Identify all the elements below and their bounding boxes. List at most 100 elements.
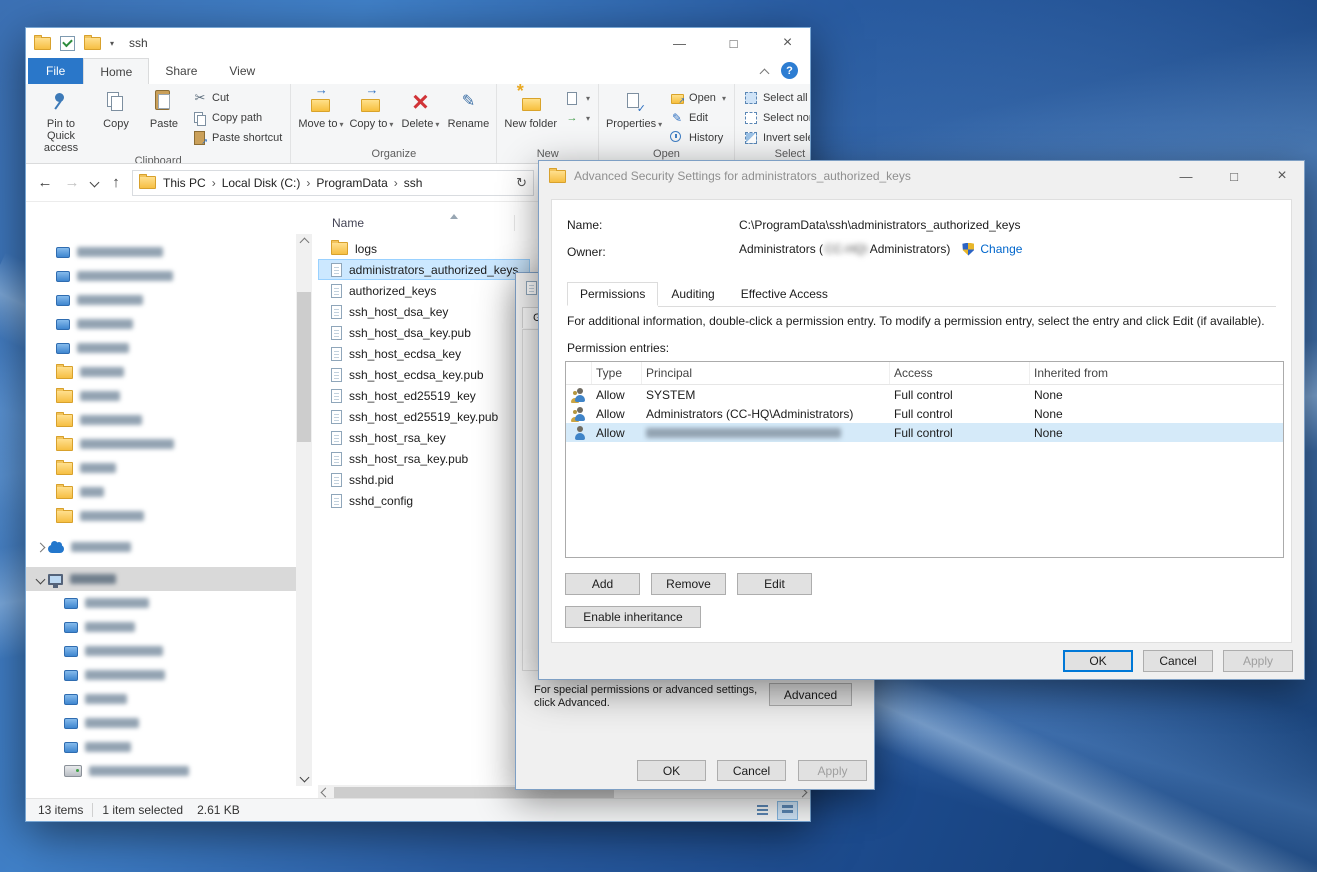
sidebar-item[interactable] xyxy=(26,759,296,783)
ribbon-button-paste[interactable]: Paste xyxy=(140,86,188,155)
tab-view[interactable]: View xyxy=(213,58,271,84)
ribbon-button-cut[interactable]: Cut xyxy=(188,88,286,108)
file-row-ssh-host-ecdsa-key-pub[interactable]: ssh_host_ecdsa_key.pub xyxy=(318,364,496,385)
breadcrumb-item-this-pc[interactable]: This PC xyxy=(160,176,209,190)
sidebar-item[interactable] xyxy=(26,735,296,759)
enable-inheritance-button[interactable]: Enable inheritance xyxy=(565,606,701,628)
ribbon-button-select-all[interactable]: Select all xyxy=(739,88,810,108)
sidebar-item[interactable] xyxy=(26,384,296,408)
column-header-access[interactable]: Access xyxy=(890,362,1030,384)
ribbon-button-select-none[interactable]: Select none xyxy=(739,108,810,128)
ok-button[interactable]: OK xyxy=(1063,650,1133,672)
breadcrumb-item-programdata[interactable]: ProgramData xyxy=(313,176,390,190)
ribbon-button-pin-to-quick-access[interactable]: Pin to Quick access xyxy=(30,86,92,155)
details-view-button[interactable] xyxy=(752,801,773,820)
ribbon-button-copy-path[interactable]: Copy path xyxy=(188,108,286,128)
permission-row[interactable]: AllowFull controlNone xyxy=(566,423,1283,442)
minimize-button[interactable]: — xyxy=(657,29,702,58)
sidebar-item[interactable] xyxy=(26,312,296,336)
sidebar-item[interactable] xyxy=(26,687,296,711)
sidebar-item[interactable] xyxy=(26,456,296,480)
sidebar-item[interactable] xyxy=(26,535,296,559)
forward-icon[interactable]: → xyxy=(61,172,83,194)
minimize-button[interactable]: — xyxy=(1166,162,1206,191)
edit-button[interactable]: Edit xyxy=(737,573,812,595)
sidebar-item[interactable] xyxy=(26,264,296,288)
sidebar-item[interactable] xyxy=(26,591,296,615)
column-header-principal[interactable]: Principal xyxy=(642,362,890,384)
ribbon-button-paste-shortcut[interactable]: Paste shortcut xyxy=(188,128,286,148)
security-tab-effective-access[interactable]: Effective Access xyxy=(728,282,841,306)
ribbon-button-new-folder[interactable]: New folder xyxy=(501,86,560,148)
ribbon-button-history[interactable]: History xyxy=(665,128,730,148)
security-tab-permissions[interactable]: Permissions xyxy=(567,282,658,306)
column-header-type[interactable]: Type xyxy=(592,362,642,384)
tab-share[interactable]: Share xyxy=(149,58,213,84)
qat-properties-icon[interactable] xyxy=(60,36,75,51)
file-row-ssh-host-dsa-key[interactable]: ssh_host_dsa_key xyxy=(318,301,460,322)
sidebar-item[interactable] xyxy=(26,567,296,591)
sidebar-item[interactable] xyxy=(26,408,296,432)
ribbon-button-open[interactable]: Open▾ xyxy=(665,88,730,108)
security-tab-auditing[interactable]: Auditing xyxy=(658,282,727,306)
ribbon-button-properties[interactable]: Properties▾ xyxy=(603,86,665,148)
up-icon[interactable]: ↑ xyxy=(105,172,127,194)
chevron-right-icon[interactable] xyxy=(32,544,48,551)
file-row-ssh-host-rsa-key-pub[interactable]: ssh_host_rsa_key.pub xyxy=(318,448,480,469)
props-cancel-button[interactable]: Cancel xyxy=(717,760,786,781)
sidebar-item[interactable] xyxy=(26,336,296,360)
sidebar-item[interactable] xyxy=(26,288,296,312)
change-owner-link[interactable]: Change xyxy=(980,242,1022,256)
scrollbar-thumb[interactable] xyxy=(297,292,311,442)
file-row-ssh-host-ecdsa-key[interactable]: ssh_host_ecdsa_key xyxy=(318,343,473,364)
file-row-logs[interactable]: logs xyxy=(318,238,389,259)
ribbon-button-edit[interactable]: Edit xyxy=(665,108,730,128)
refresh-icon[interactable]: ↻ xyxy=(516,175,527,191)
qat-customize-caret-icon[interactable]: ▾ xyxy=(110,39,114,48)
ribbon-button-move-to[interactable]: Move to▾ xyxy=(295,86,346,148)
breadcrumb-field[interactable]: This PC›Local Disk (C:)›ProgramData›ssh … xyxy=(132,170,534,196)
props-apply-button[interactable]: Apply xyxy=(798,760,867,781)
sidebar-item[interactable] xyxy=(26,711,296,735)
file-row-ssh-host-rsa-key[interactable]: ssh_host_rsa_key xyxy=(318,427,458,448)
file-row-ssh-host-dsa-key-pub[interactable]: ssh_host_dsa_key.pub xyxy=(318,322,483,343)
add-button[interactable]: Add xyxy=(565,573,640,595)
scroll-down-icon[interactable] xyxy=(296,770,312,785)
ribbon-button-invert-selection[interactable]: Invert selection xyxy=(739,128,810,148)
ribbon-button-rename[interactable]: Rename xyxy=(444,86,492,148)
apply-button[interactable]: Apply xyxy=(1223,650,1293,672)
file-row-sshd-config[interactable]: sshd_config xyxy=(318,490,425,511)
permission-row[interactable]: AllowSYSTEMFull controlNone xyxy=(566,385,1283,404)
remove-button[interactable]: Remove xyxy=(651,573,726,595)
breadcrumb-item-local-disk-c[interactable]: Local Disk (C:) xyxy=(219,176,304,190)
maximize-button[interactable]: □ xyxy=(1214,162,1254,191)
sidebar-item[interactable] xyxy=(26,240,296,264)
recent-locations-icon[interactable] xyxy=(88,172,100,194)
file-row-authorized-keys[interactable]: authorized_keys xyxy=(318,280,448,301)
back-icon[interactable]: ← xyxy=(34,172,56,194)
sidebar-item[interactable] xyxy=(26,360,296,384)
sidebar-item[interactable] xyxy=(26,663,296,687)
file-row-administrators-authorized-keys[interactable]: administrators_authorized_keys xyxy=(318,259,530,280)
ribbon-button-new-item[interactable]: ▾ xyxy=(560,88,594,108)
sidebar-item[interactable] xyxy=(26,480,296,504)
close-button[interactable]: × xyxy=(765,29,810,58)
sidebar-item[interactable] xyxy=(26,639,296,663)
tab-home[interactable]: Home xyxy=(83,58,149,84)
help-icon[interactable]: ? xyxy=(781,62,798,79)
advanced-button[interactable]: Advanced xyxy=(769,683,852,706)
ribbon-button-easy-access[interactable]: ▾ xyxy=(560,108,594,128)
tab-file[interactable]: File xyxy=(28,58,83,84)
permission-row[interactable]: AllowAdministrators (CC-HQ\Administrator… xyxy=(566,404,1283,423)
ribbon-collapse-icon[interactable] xyxy=(761,66,768,80)
sidebar-item[interactable] xyxy=(26,615,296,639)
close-button[interactable]: × xyxy=(1262,162,1302,191)
large-icons-view-button[interactable] xyxy=(777,801,798,820)
props-ok-button[interactable]: OK xyxy=(637,760,706,781)
sidebar-item[interactable] xyxy=(26,504,296,528)
sidebar-item[interactable] xyxy=(26,432,296,456)
file-row-sshd-pid[interactable]: sshd.pid xyxy=(318,469,406,490)
ribbon-button-copy-to[interactable]: Copy to▾ xyxy=(346,86,396,148)
cancel-button[interactable]: Cancel xyxy=(1143,650,1213,672)
qat-new-folder-icon[interactable] xyxy=(84,37,101,50)
